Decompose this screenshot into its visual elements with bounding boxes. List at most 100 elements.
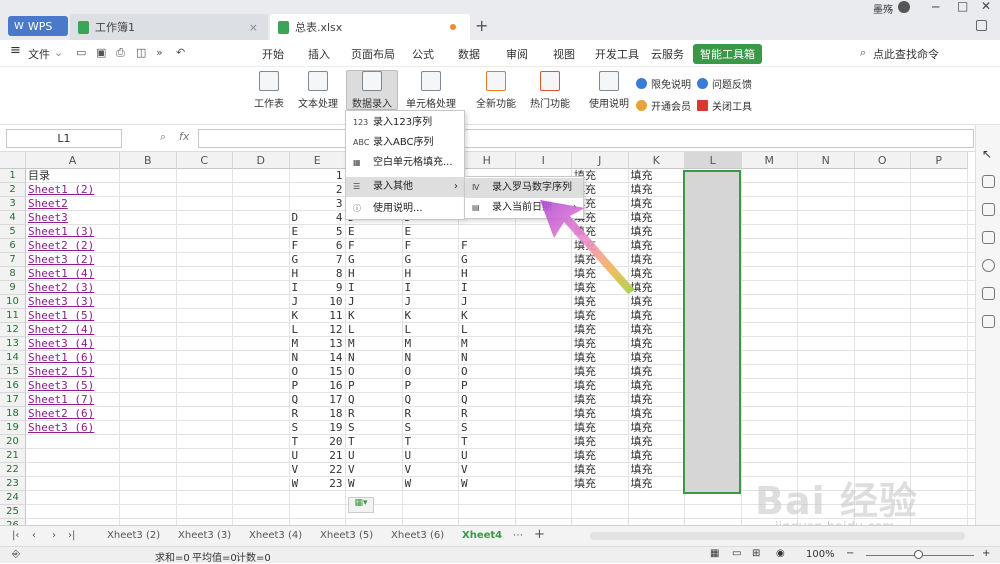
row-header[interactable]: 8 — [0, 267, 26, 281]
open-icon[interactable]: ▭ — [76, 46, 86, 59]
worksheet-button[interactable]: 工作表 — [248, 71, 290, 110]
cell[interactable]: K — [461, 309, 514, 323]
menu-smart-toolbox[interactable]: 智能工具箱 — [693, 44, 762, 64]
cell[interactable]: I — [461, 281, 514, 295]
maximize-icon[interactable]: □ — [957, 0, 968, 13]
cell[interactable]: V — [348, 463, 401, 477]
cell[interactable]: L — [405, 323, 458, 337]
more-icon[interactable]: » — [156, 46, 163, 59]
cell[interactable]: G — [461, 253, 514, 267]
menu-item-fill-blank[interactable]: ▦ 空白单元格填充... — [346, 153, 464, 173]
cell[interactable]: F — [461, 239, 514, 253]
row-header[interactable]: 9 — [0, 281, 26, 295]
cell[interactable]: Sheet3 — [28, 211, 118, 225]
select-all-corner[interactable] — [0, 152, 26, 169]
free-limit-link[interactable]: 限免说明 — [636, 76, 691, 91]
cell[interactable]: S — [405, 421, 458, 435]
row-header[interactable]: 2 — [0, 183, 26, 197]
menu-page-layout[interactable]: 页面布局 — [351, 46, 395, 62]
cell[interactable]: Sheet1 (3) — [28, 225, 118, 239]
cell[interactable]: Sheet3 (3) — [28, 295, 118, 309]
sheet-tab[interactable]: Xheet3 (6) — [391, 530, 444, 541]
cell[interactable]: 填充 — [631, 407, 684, 421]
cell[interactable]: J — [348, 295, 401, 309]
cell[interactable]: M — [348, 337, 401, 351]
close-icon[interactable]: ✕ — [981, 0, 991, 13]
add-sheet-icon[interactable]: + — [534, 527, 545, 542]
cell[interactable]: K — [405, 309, 458, 323]
column-header[interactable]: I — [515, 152, 572, 169]
cell[interactable]: 填充 — [631, 477, 684, 491]
prev-sheet-icon[interactable]: ‹ — [32, 530, 36, 541]
row-header[interactable]: 18 — [0, 407, 26, 421]
row-header[interactable]: 4 — [0, 211, 26, 225]
row-header[interactable]: 5 — [0, 225, 26, 239]
backup-icon[interactable] — [982, 287, 995, 300]
cell[interactable]: 填充 — [574, 393, 627, 407]
cell[interactable]: E — [292, 225, 345, 239]
cell[interactable]: Sheet3 (2) — [28, 253, 118, 267]
column-header[interactable]: K — [628, 152, 685, 169]
cell[interactable]: K — [348, 309, 401, 323]
cell[interactable]: R — [405, 407, 458, 421]
row-header[interactable]: 15 — [0, 365, 26, 379]
cell[interactable]: O — [461, 365, 514, 379]
row-header[interactable]: 22 — [0, 463, 26, 477]
normal-view-icon[interactable]: ▦ — [710, 548, 719, 559]
cursor-icon[interactable]: ↖ — [982, 147, 995, 161]
cell[interactable]: H — [405, 267, 458, 281]
cell[interactable]: F — [292, 239, 345, 253]
cell[interactable]: E — [348, 225, 401, 239]
menu-developer[interactable]: 开发工具 — [595, 46, 639, 62]
column-header[interactable]: E — [289, 152, 346, 169]
cell[interactable]: L — [461, 323, 514, 337]
zoom-icon[interactable]: ⌕ — [160, 130, 166, 144]
cell[interactable]: N — [405, 351, 458, 365]
cell[interactable]: N — [292, 351, 345, 365]
menu-item-123[interactable]: 123 录入123序列 — [346, 113, 464, 133]
hamburger-icon[interactable]: ≡ — [10, 43, 21, 58]
column-header[interactable]: H — [459, 152, 516, 169]
cell[interactable]: E — [405, 225, 458, 239]
row-header[interactable]: 25 — [0, 505, 26, 519]
eye-protect-icon[interactable]: ◉ — [776, 548, 785, 559]
cell[interactable]: Sheet1 (5) — [28, 309, 118, 323]
row-header[interactable]: 6 — [0, 239, 26, 253]
cell[interactable]: V — [292, 463, 345, 477]
zoom-out-icon[interactable]: − — [846, 548, 854, 559]
cell[interactable]: M — [292, 337, 345, 351]
cell[interactable]: Sheet2 (5) — [28, 365, 118, 379]
cell[interactable]: Sheet1 (6) — [28, 351, 118, 365]
page-break-icon[interactable]: ⊞ — [752, 548, 760, 559]
cell[interactable]: Sheet2 — [28, 197, 118, 211]
column-header[interactable]: B — [120, 152, 177, 169]
layout-icon[interactable] — [976, 20, 987, 31]
cell[interactable]: Q — [405, 393, 458, 407]
row-header[interactable]: 3 — [0, 197, 26, 211]
shapes-icon[interactable] — [982, 175, 995, 188]
print-icon[interactable]: ⎙ — [116, 46, 125, 60]
close-tool-link[interactable]: 关闭工具 — [697, 98, 752, 113]
cell[interactable]: I — [348, 281, 401, 295]
next-sheet-icon[interactable]: › — [52, 530, 56, 541]
user-name[interactable]: 墨殇 — [873, 1, 893, 16]
cell[interactable]: Sheet1 (2) — [28, 183, 118, 197]
sheet-tab[interactable]: Xheet3 (2) — [107, 530, 160, 541]
cell[interactable]: P — [292, 379, 345, 393]
cell[interactable]: T — [348, 435, 401, 449]
menu-item-usage[interactable]: ⓘ 使用说明... — [346, 199, 464, 219]
fx-icon[interactable]: fx — [179, 130, 189, 143]
cell[interactable]: V — [461, 463, 514, 477]
row-header[interactable]: 13 — [0, 337, 26, 351]
cell[interactable]: Sheet2 (2) — [28, 239, 118, 253]
cell[interactable]: 填充 — [574, 309, 627, 323]
apps-icon[interactable] — [982, 315, 995, 328]
cell[interactable]: H — [348, 267, 401, 281]
cell[interactable]: 填充 — [631, 337, 684, 351]
cell[interactable]: O — [292, 365, 345, 379]
cell[interactable]: T — [461, 435, 514, 449]
cell[interactable]: Sheet2 (4) — [28, 323, 118, 337]
cell[interactable]: D — [292, 211, 345, 225]
hot-features-button[interactable]: 热门功能 — [526, 71, 574, 110]
row-header[interactable]: 24 — [0, 491, 26, 505]
